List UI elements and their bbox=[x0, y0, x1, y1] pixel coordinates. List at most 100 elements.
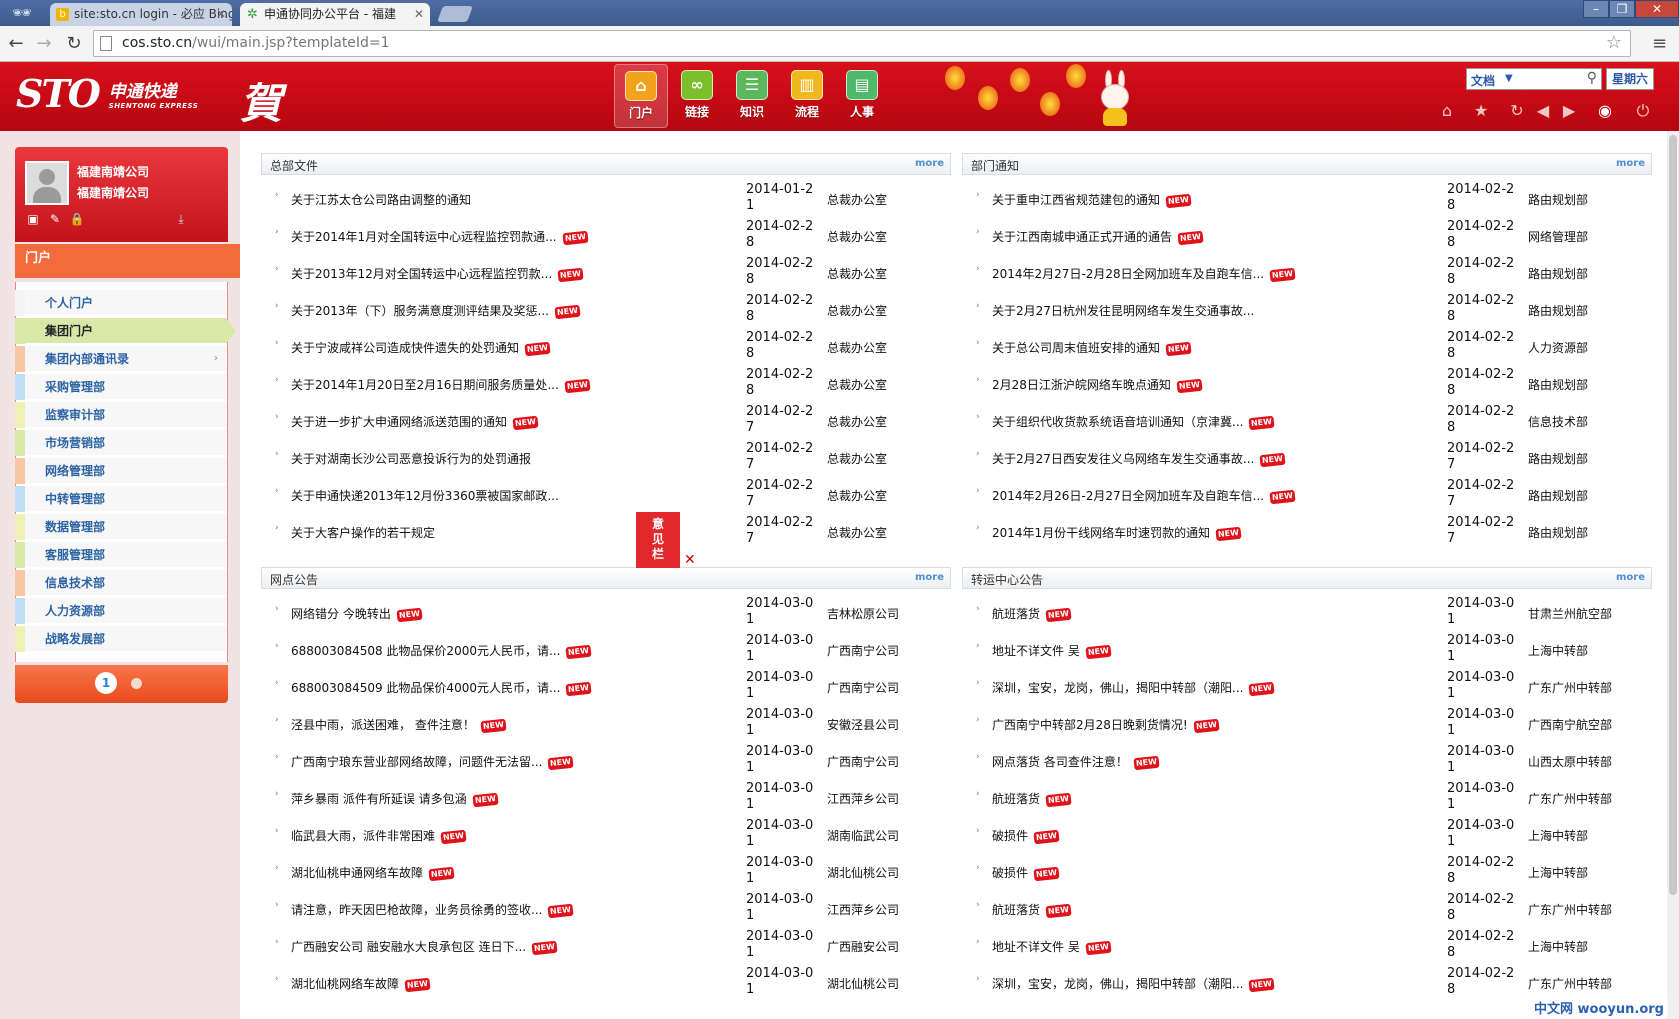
item-title[interactable]: 关于总公司周末值班安排的通知 NEW bbox=[992, 339, 1192, 357]
item-title[interactable]: 广西融安公司 融安融水大良承包区 连日下... NEW bbox=[291, 938, 558, 956]
back-arrow-icon[interactable]: ← bbox=[4, 32, 28, 56]
list-item[interactable]: › 深圳，宝安，龙岗，佛山，揭阳中转部（潮阳... NEW 2014-02-28 广东广… bbox=[976, 965, 1646, 1002]
search-box[interactable]: 文档 ▼ ⚲ bbox=[1466, 68, 1602, 90]
item-title[interactable]: 688003084509 此物品保价4000元人民币，请... NEW bbox=[291, 679, 592, 697]
nav-links[interactable]: ∞ 链接 bbox=[670, 64, 724, 128]
sidebar-item[interactable]: 中转管理部 bbox=[15, 486, 226, 512]
list-item[interactable]: › 广西融安公司 融安融水大良承包区 连日下... NEW 2014-03-01 广西融… bbox=[275, 928, 945, 965]
forward-arrow-icon[interactable]: → bbox=[32, 32, 56, 56]
more-link[interactable]: more bbox=[1616, 572, 1645, 583]
close-icon[interactable]: ✕ bbox=[684, 552, 696, 568]
more-link[interactable]: more bbox=[1616, 158, 1645, 169]
nav-knowledge[interactable]: ☰ 知识 bbox=[725, 64, 779, 128]
list-item[interactable]: › 2014年1月份干线网络车时速罚款的通知 NEW 2014-02-27 路由规划部 bbox=[976, 514, 1646, 551]
sidebar-item[interactable]: 信息技术部 bbox=[15, 570, 226, 596]
list-item[interactable]: › 湖北仙桃申通网络车故障 NEW 2014-03-01 湖北仙桃公司 bbox=[275, 854, 945, 891]
refresh-icon[interactable]: ↻ bbox=[1506, 100, 1528, 122]
item-title[interactable]: 关于2014年1月对全国转运中心远程监控罚款通... NEW bbox=[291, 228, 589, 246]
list-item[interactable]: › 关于江西南城申通正式开通的通告 NEW 2014-02-28 网络管理部 bbox=[976, 218, 1646, 255]
list-item[interactable]: › 破损件 NEW 2014-02-28 上海中转部 bbox=[976, 854, 1646, 891]
item-title[interactable]: 临武县大雨，派件非常困难 NEW bbox=[291, 827, 467, 845]
item-title[interactable]: 关于2013年12月对全国转运中心远程监控罚款... NEW bbox=[291, 265, 584, 283]
item-title[interactable]: 关于2月27日西安发往义乌网络车发生交通事故... NEW bbox=[992, 450, 1286, 468]
list-item[interactable]: › 关于对湖南长沙公司恶意投诉行为的处罚通报 2014-02-27 总裁办公室 bbox=[275, 440, 945, 477]
close-icon[interactable]: ✕ bbox=[414, 3, 424, 26]
item-title[interactable]: 2014年2月26日-2月27日全网加班车及自跑车信... NEW bbox=[992, 487, 1296, 505]
list-item[interactable]: › 关于2月27日西安发往义乌网络车发生交通事故... NEW 2014-02-27 路… bbox=[976, 440, 1646, 477]
list-item[interactable]: › 关于2014年1月对全国转运中心远程监控罚款通... NEW 2014-02-28… bbox=[275, 218, 945, 255]
list-item[interactable]: › 网点落货 各司查件注意！ NEW 2014-03-01 山西太原中转部 bbox=[976, 743, 1646, 780]
list-item[interactable]: › 地址不详文件 吴 NEW 2014-03-01 上海中转部 bbox=[976, 632, 1646, 669]
chevron-down-icon[interactable]: ▼ bbox=[1505, 73, 1513, 84]
minimize-button[interactable]: – bbox=[1583, 0, 1609, 18]
item-title[interactable]: 深圳，宝安，龙岗，佛山，揭阳中转部（潮阳... NEW bbox=[992, 679, 1275, 697]
search-type-select[interactable]: 文档 bbox=[1471, 72, 1495, 89]
item-title[interactable]: 湖北仙桃申通网络车故障 NEW bbox=[291, 864, 455, 882]
list-item[interactable]: › 深圳，宝安，龙岗，佛山，揭阳中转部（潮阳... NEW 2014-03-01 广东广… bbox=[976, 669, 1646, 706]
list-item[interactable]: › 2014年2月27日-2月28日全网加班车及自跑车信... NEW 2014-02… bbox=[976, 255, 1646, 292]
list-item[interactable]: › 2014年2月26日-2月27日全网加班车及自跑车信... NEW 2014-02… bbox=[976, 477, 1646, 514]
list-item[interactable]: › 关于2月27日杭州发往昆明网络车发生交通事故... 2014-02-28 路由规划… bbox=[976, 292, 1646, 329]
item-title[interactable]: 2014年2月27日-2月28日全网加班车及自跑车信... NEW bbox=[992, 265, 1296, 283]
browser-tab-bing[interactable]: b site:sto.cn login - 必应 Bing ✕ bbox=[50, 3, 232, 26]
search-icon[interactable]: ⚲ bbox=[1587, 70, 1597, 86]
home-icon[interactable]: ⌂ bbox=[1436, 100, 1458, 122]
item-title[interactable]: 破损件 NEW bbox=[992, 864, 1060, 882]
list-item[interactable]: › 关于大客户操作的若干规定 2014-02-27 总裁办公室 bbox=[275, 514, 945, 551]
item-title[interactable]: 广西南宁琅东营业部网络故障，问题件无法留... NEW bbox=[291, 753, 574, 771]
new-tab-button[interactable] bbox=[437, 6, 473, 22]
list-item[interactable]: › 网络错分 今晚转出 NEW 2014-03-01 吉林松原公司 bbox=[275, 595, 945, 632]
list-item[interactable]: › 关于2013年（下）服务满意度测评结果及奖惩... NEW 2014-02-28 总… bbox=[275, 292, 945, 329]
item-title[interactable]: 地址不详文件 吴 NEW bbox=[992, 642, 1112, 660]
favorite-star-icon[interactable]: ★ bbox=[1470, 100, 1492, 122]
list-item[interactable]: › 关于进一步扩大申通网络派送范围的通知 NEW 2014-02-27 总裁办公室 bbox=[275, 403, 945, 440]
nav-workflow[interactable]: ▥ 流程 bbox=[780, 64, 834, 128]
list-item[interactable]: › 地址不详文件 吴 NEW 2014-02-28 上海中转部 bbox=[976, 928, 1646, 965]
more-link[interactable]: more bbox=[915, 158, 944, 169]
item-title[interactable]: 深圳，宝安，龙岗，佛山，揭阳中转部（潮阳... NEW bbox=[992, 975, 1275, 993]
sidebar-item[interactable]: 集团内部通讯录 › bbox=[15, 346, 226, 372]
close-icon[interactable]: ✕ bbox=[216, 3, 226, 26]
item-title[interactable]: 关于宁波咸祥公司造成快件遗失的处罚通知 NEW bbox=[291, 339, 551, 357]
item-title[interactable]: 航班落货 NEW bbox=[992, 605, 1072, 623]
page-scrollbar[interactable] bbox=[1667, 131, 1679, 1019]
list-item[interactable]: › 关于江苏太仓公司路由调整的通知 2014-01-21 总裁办公室 bbox=[275, 181, 945, 218]
item-title[interactable]: 航班落货 NEW bbox=[992, 901, 1072, 919]
list-item[interactable]: › 关于组织代收货款系统语音培训通知（京津冀... NEW 2014-02-28 信息技… bbox=[976, 403, 1646, 440]
item-title[interactable]: 2月28日江浙沪皖网络车晚点通知 NEW bbox=[992, 376, 1203, 394]
nav-personnel[interactable]: ▤ 人事 bbox=[835, 64, 889, 128]
sidebar-item[interactable]: 数据管理部 bbox=[15, 514, 226, 540]
list-item[interactable]: › 广西南宁中转部2月28日晚剩货情况! NEW 2014-03-01 广西南宁航空部 bbox=[976, 706, 1646, 743]
item-title[interactable]: 关于江西南城申通正式开通的通告 NEW bbox=[992, 228, 1204, 246]
note-icon[interactable]: ✎ bbox=[47, 211, 63, 227]
sidebar-item[interactable]: 监察审计部 bbox=[15, 402, 226, 428]
item-title[interactable]: 关于组织代收货款系统语音培训通知（京津冀... NEW bbox=[992, 413, 1275, 431]
item-title[interactable]: 广西南宁中转部2月28日晚剩货情况! NEW bbox=[992, 716, 1220, 734]
item-title[interactable]: 地址不详文件 吴 NEW bbox=[992, 938, 1112, 956]
item-title[interactable]: 关于申通快递2013年12月份3360票被国家邮政... bbox=[291, 487, 559, 504]
forward-icon[interactable]: ▶ bbox=[1558, 100, 1580, 122]
item-title[interactable]: 688003084508 此物品保价2000元人民币，请... NEW bbox=[291, 642, 592, 660]
item-title[interactable]: 泾县中雨，派送困难， 查件注意！ NEW bbox=[291, 716, 507, 734]
sidebar-item[interactable]: 网络管理部 bbox=[15, 458, 226, 484]
sidebar-item[interactable]: 客服管理部 bbox=[15, 542, 226, 568]
browser-menu-icon[interactable]: ≡ bbox=[1652, 33, 1667, 54]
item-title[interactable]: 请注意，昨天因巴枪故障，业务员徐勇的签收... NEW bbox=[291, 901, 574, 919]
list-item[interactable]: › 航班落货 NEW 2014-03-01 甘肃兰州航空部 bbox=[976, 595, 1646, 632]
list-item[interactable]: › 688003084508 此物品保价2000元人民币，请... NEW 2014-… bbox=[275, 632, 945, 669]
book-icon[interactable]: ▣ bbox=[25, 211, 41, 227]
list-item[interactable]: › 2月28日江浙沪皖网络车晚点通知 NEW 2014-02-28 路由规划部 bbox=[976, 366, 1646, 403]
list-item[interactable]: › 关于重申江西省规范建包的通知 NEW 2014-02-28 路由规划部 bbox=[976, 181, 1646, 218]
sidebar-item[interactable]: 战略发展部 bbox=[15, 626, 226, 652]
reload-icon[interactable]: ↻ bbox=[62, 32, 86, 56]
item-title[interactable]: 关于对湖南长沙公司恶意投诉行为的处罚通报 bbox=[291, 450, 531, 467]
list-item[interactable]: › 航班落货 NEW 2014-02-28 广东广州中转部 bbox=[976, 891, 1646, 928]
item-title[interactable]: 湖北仙桃网络车故障 NEW bbox=[291, 975, 431, 993]
item-title[interactable]: 关于进一步扩大申通网络派送范围的通知 NEW bbox=[291, 413, 539, 431]
list-item[interactable]: › 泾县中雨，派送困难， 查件注意！ NEW 2014-03-01 安徽泾县公司 bbox=[275, 706, 945, 743]
address-bar[interactable]: cos.sto.cn/wui/main.jsp?templateId=1 ☆ bbox=[93, 30, 1631, 57]
list-item[interactable]: › 破损件 NEW 2014-03-01 上海中转部 bbox=[976, 817, 1646, 854]
item-title[interactable]: 关于2014年1月20日至2月16日期间服务质量处... NEW bbox=[291, 376, 591, 394]
lock-icon[interactable]: 🔒 bbox=[69, 211, 85, 227]
sidebar-item[interactable]: 市场营销部 bbox=[15, 430, 226, 456]
